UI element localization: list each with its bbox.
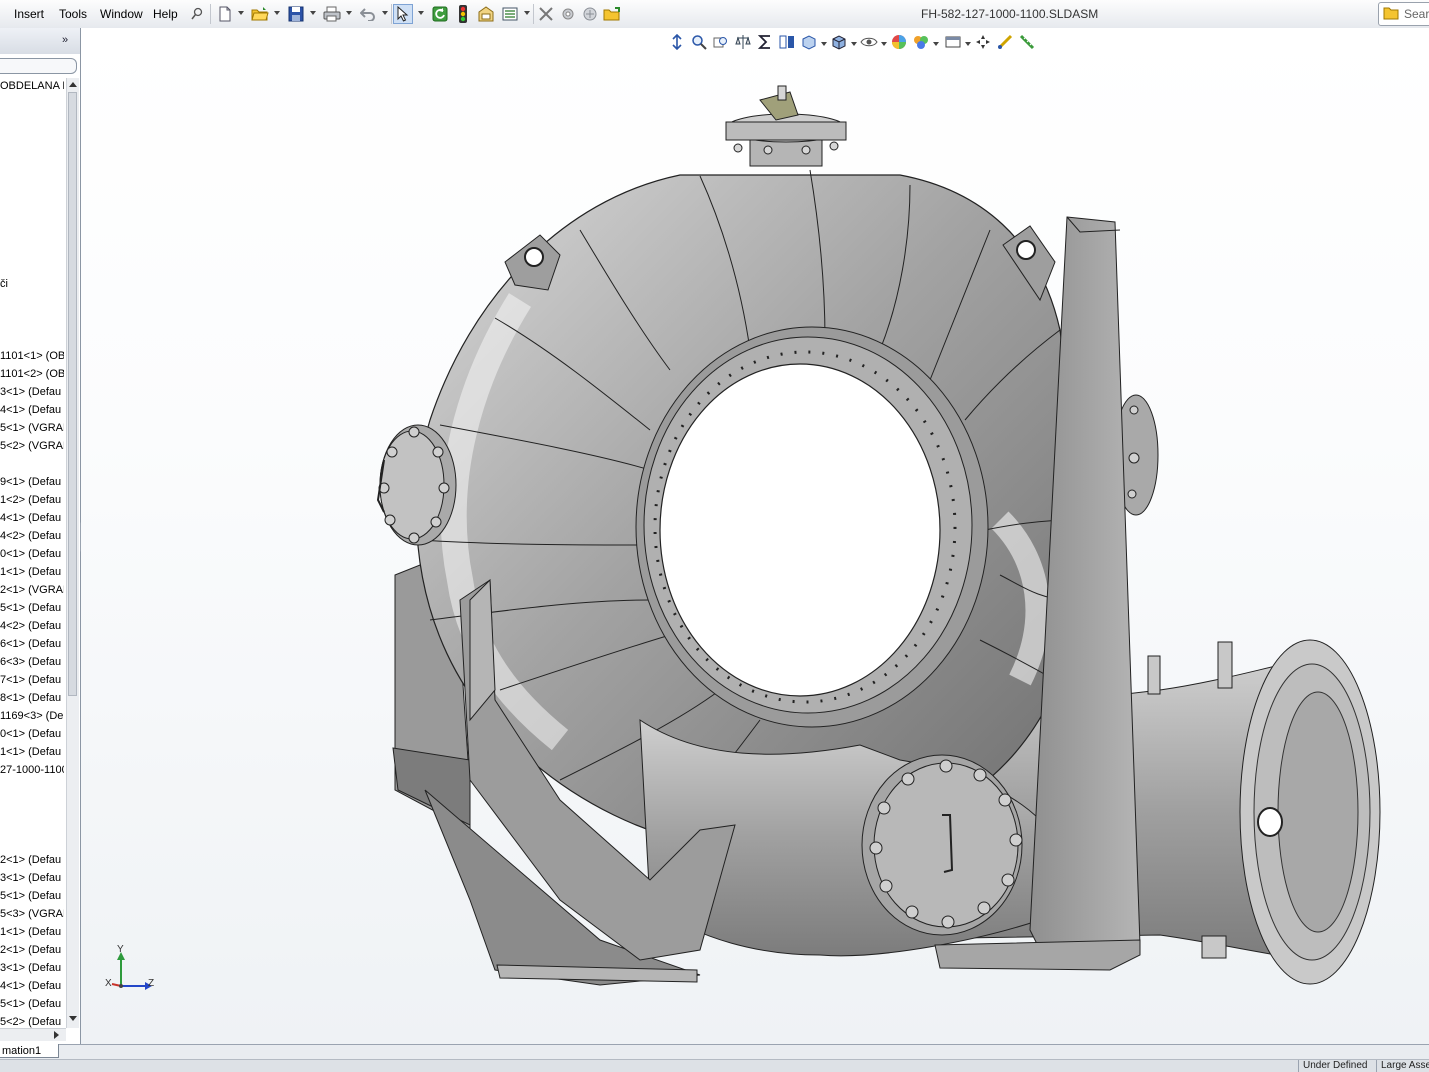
tree-item[interactable]: 1<1> (Defau bbox=[0, 565, 64, 579]
triad-x-label: X bbox=[105, 978, 112, 989]
expand-panel-button[interactable]: » bbox=[62, 34, 68, 46]
tree-item[interactable]: či bbox=[0, 277, 64, 291]
tree-item[interactable]: 4<1> (Defau bbox=[0, 511, 64, 525]
tree-item[interactable]: 5<2> (Defau bbox=[0, 1015, 64, 1029]
status-bar: Under Defined Large Asse bbox=[0, 1059, 1429, 1072]
tree-item[interactable]: 3<1> (Defau bbox=[0, 871, 64, 885]
tree-item[interactable]: 5<2> (VGRAD bbox=[0, 439, 64, 453]
toolbar-separator bbox=[210, 4, 211, 24]
tree-item[interactable]: 2<1> (Defau bbox=[0, 853, 64, 867]
menu-window[interactable]: Window bbox=[100, 7, 143, 21]
scroll-up-icon[interactable] bbox=[69, 82, 77, 87]
toolbar-separator bbox=[391, 4, 392, 24]
model-tab-bar: mation1 bbox=[0, 1044, 1429, 1060]
options-icon[interactable] bbox=[500, 4, 520, 24]
triad-z-label: Z bbox=[148, 978, 155, 989]
tree-item[interactable]: 7<1> (Defau bbox=[0, 673, 64, 687]
tree-item[interactable]: 5<1> (Defau bbox=[0, 601, 64, 615]
tree-item[interactable]: 2<1> (Defau bbox=[0, 943, 64, 957]
tree-item[interactable]: 4<1> (Defau bbox=[0, 979, 64, 993]
menu-tools[interactable]: Tools bbox=[59, 7, 87, 21]
tree-item[interactable]: 1169<3> (De bbox=[0, 709, 64, 723]
new-document-icon[interactable] bbox=[216, 4, 234, 24]
print-icon[interactable] bbox=[322, 4, 342, 24]
open-folder-icon[interactable] bbox=[250, 4, 270, 24]
tree-item[interactable]: 5<1> (VGRAD bbox=[0, 421, 64, 435]
status-large-assembly: Large Asse bbox=[1376, 1060, 1429, 1072]
tree-item[interactable]: 8<1> (Defau bbox=[0, 691, 64, 705]
tree-vertical-scrollbar[interactable] bbox=[66, 78, 79, 1028]
gear-component-icon[interactable] bbox=[558, 4, 578, 24]
pin-icon[interactable] bbox=[188, 4, 206, 24]
document-title: FH-582-127-1000-1100.SLDASM bbox=[921, 7, 1099, 21]
undo-icon[interactable] bbox=[358, 4, 378, 24]
tree-item[interactable]: 0<1> (Defau bbox=[0, 727, 64, 741]
open-dropdown-icon[interactable] bbox=[274, 11, 280, 15]
search-field[interactable]: Searc bbox=[1378, 2, 1429, 26]
print-dropdown-icon[interactable] bbox=[346, 11, 352, 15]
tree-item[interactable]: 1<2> (Defau bbox=[0, 493, 64, 507]
tree-item[interactable]: 1101<2> (OB bbox=[0, 367, 64, 381]
tree-item[interactable]: 1<1> (Defau bbox=[0, 745, 64, 759]
tree-item[interactable]: 6<1> (Defau bbox=[0, 637, 64, 651]
graphics-viewport[interactable]: Y X Z bbox=[81, 28, 1429, 1044]
tree-item[interactable]: 5<1> (Defau bbox=[0, 889, 64, 903]
file-properties-icon[interactable] bbox=[476, 4, 496, 24]
rebuild-icon[interactable] bbox=[430, 4, 450, 24]
tree-item[interactable]: 3<1> (Defau bbox=[0, 961, 64, 975]
tree-item[interactable]: 1101<1> (OB bbox=[0, 349, 64, 363]
save-icon[interactable] bbox=[286, 4, 306, 24]
tree-item[interactable]: OBDELANA PR bbox=[0, 79, 64, 93]
undo-dropdown-icon[interactable] bbox=[382, 11, 388, 15]
status-under-defined: Under Defined bbox=[1298, 1060, 1377, 1072]
tab-model[interactable]: mation1 bbox=[0, 1044, 59, 1058]
open-component-icon[interactable] bbox=[602, 4, 622, 24]
options-dropdown-icon[interactable] bbox=[524, 11, 530, 15]
panel-header: » bbox=[0, 28, 80, 54]
scroll-thumb[interactable] bbox=[68, 92, 77, 696]
feature-tree-panel: » OBDELANA PR či 1101<1> (OB 1101<2> (OB… bbox=[0, 28, 81, 1044]
traffic-light-icon[interactable] bbox=[454, 4, 472, 24]
menu-insert[interactable]: Insert bbox=[14, 7, 44, 21]
search-label: Searc bbox=[1404, 7, 1429, 21]
tree-item[interactable]: 6<3> (Defau bbox=[0, 655, 64, 669]
menu-help[interactable]: Help bbox=[153, 7, 178, 21]
tree-item[interactable]: 0<1> (Defau bbox=[0, 547, 64, 561]
folder-search-icon bbox=[1383, 6, 1399, 23]
tree-item[interactable]: 9<1> (Defau bbox=[0, 475, 64, 489]
tree-item[interactable]: 2<1> (VGRAD bbox=[0, 583, 64, 597]
tree-item[interactable]: 27-1000-1100 bbox=[0, 763, 64, 777]
exploded-view-icon[interactable] bbox=[536, 4, 556, 24]
tree-item[interactable]: 4<2> (Defau bbox=[0, 529, 64, 543]
new-dropdown-icon[interactable] bbox=[238, 11, 244, 15]
tree-item[interactable]: 5<3> (VGRAD bbox=[0, 907, 64, 921]
tree-filter-field[interactable] bbox=[0, 58, 77, 74]
menu-toolbar-bar: Insert Tools Window Help FH-582-127-1000… bbox=[0, 0, 1429, 29]
save-dropdown-icon[interactable] bbox=[310, 11, 316, 15]
select-dropdown-icon[interactable] bbox=[418, 11, 424, 15]
tree-item[interactable]: 4<1> (Defau bbox=[0, 403, 64, 417]
toolbar-separator bbox=[533, 4, 534, 24]
mate-icon[interactable] bbox=[580, 4, 600, 24]
spiral-casing-model[interactable] bbox=[81, 28, 1429, 1044]
select-pointer-icon[interactable] bbox=[393, 4, 413, 24]
tree-item[interactable]: 5<1> (Defau bbox=[0, 997, 64, 1011]
tree-item[interactable]: 1<1> (Defau bbox=[0, 925, 64, 939]
tree-horizontal-scrollbar[interactable] bbox=[0, 1028, 66, 1041]
coordinate-triad bbox=[111, 952, 152, 990]
tree-item[interactable]: 4<2> (Defau bbox=[0, 619, 64, 633]
tree-item[interactable]: 3<1> (Defau bbox=[0, 385, 64, 399]
scroll-down-icon[interactable] bbox=[69, 1016, 77, 1021]
scroll-right-icon[interactable] bbox=[54, 1031, 59, 1039]
triad-y-label: Y bbox=[117, 944, 124, 955]
